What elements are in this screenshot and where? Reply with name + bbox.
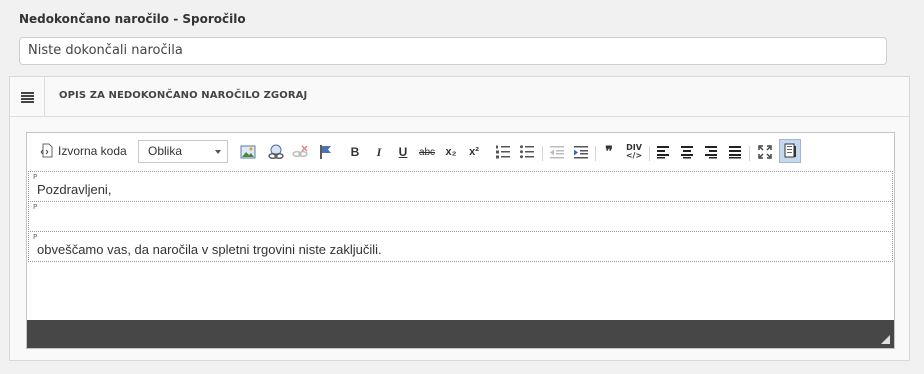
block-tag-label: P [33,233,38,241]
editor-status-bar [27,320,894,348]
paragraph-block[interactable]: P [28,201,893,232]
source-code-icon [39,143,55,159]
strikethrough-button[interactable]: abc [415,140,439,164]
superscript-icon: x² [469,146,479,158]
paragraph-text: Pozdravljeni, [37,182,112,197]
anchor-button[interactable] [316,140,336,164]
align-right-button[interactable] [701,140,721,164]
block-tag-label: P [33,203,38,211]
description-panel: OPIS ZA NEDOKONČANO NAROČILO ZGORAJ Izvo… [9,76,910,361]
link-icon [268,144,284,159]
paragraph-block[interactable]: P Pozdravljeni, [28,171,893,202]
strikethrough-icon: abc [418,146,436,158]
indent-button[interactable] [571,140,591,164]
maximize-button[interactable] [755,140,775,164]
image-icon [240,145,256,159]
image-button[interactable] [237,140,259,164]
numbered-list-icon [496,145,510,159]
message-label: Nedokončano naročilo - Sporočilo [19,12,246,26]
indent-icon [574,146,588,159]
show-blocks-button[interactable] [779,139,801,163]
blockquote-button[interactable]: ❞ [599,140,619,164]
show-blocks-icon [784,143,796,158]
subscript-icon: x₂ [445,146,457,158]
hamburger-icon [21,92,34,103]
panel-menu-toggle[interactable] [10,77,45,116]
outdent-icon [550,146,564,159]
italic-button[interactable]: I [369,140,389,164]
div-container-button[interactable]: DIV </> [623,140,645,164]
block-tag-label: P [33,173,38,181]
justify-button[interactable] [725,140,745,164]
unlink-button[interactable] [289,140,311,164]
underline-button[interactable]: U [393,140,413,164]
paragraph-text: obveščamo vas, da naročila v spletni trg… [37,242,382,257]
align-left-icon [657,146,669,159]
blockquote-icon: ❞ [605,144,613,160]
underline-icon: U [398,145,408,159]
message-input[interactable]: Niste dokončali naročila [19,37,887,65]
resize-handle-icon[interactable] [881,335,890,344]
unlink-icon [292,145,308,157]
align-right-icon [705,146,717,159]
source-button-label: Izvorna koda [58,144,127,158]
chevron-down-icon [215,150,221,154]
bulleted-list-button[interactable] [517,140,537,164]
italic-icon: I [376,144,382,159]
bold-icon: B [350,145,360,159]
link-button[interactable] [265,140,287,164]
outdent-button[interactable] [547,140,567,164]
subscript-button[interactable]: x₂ [441,140,461,164]
format-select-value: Oblika [148,144,183,158]
maximize-icon [758,145,772,159]
align-center-icon [681,146,693,159]
align-center-button[interactable] [677,140,697,164]
editor-toolbar: Izvorna koda Oblika B I U abc x₂ x² ❞ DI… [27,133,894,171]
paragraph-block[interactable]: P obveščamo vas, da naročila v spletni t… [28,231,893,262]
align-left-button[interactable] [653,140,673,164]
panel-header: OPIS ZA NEDOKONČANO NAROČILO ZGORAJ [10,77,909,117]
format-select[interactable]: Oblika [138,140,228,163]
numbered-list-button[interactable] [493,140,513,164]
bulleted-list-icon [520,145,534,159]
superscript-button[interactable]: x² [464,140,484,164]
anchor-icon [320,145,331,159]
rich-text-editor: Izvorna koda Oblika B I U abc x₂ x² ❞ DI… [26,132,895,349]
justify-icon [729,146,741,159]
bold-button[interactable]: B [345,140,365,164]
source-button[interactable]: Izvorna koda [39,139,131,163]
panel-title: OPIS ZA NEDOKONČANO NAROČILO ZGORAJ [59,90,308,101]
editor-content[interactable]: P Pozdravljeni, P P obveščamo vas, da na… [27,171,894,321]
